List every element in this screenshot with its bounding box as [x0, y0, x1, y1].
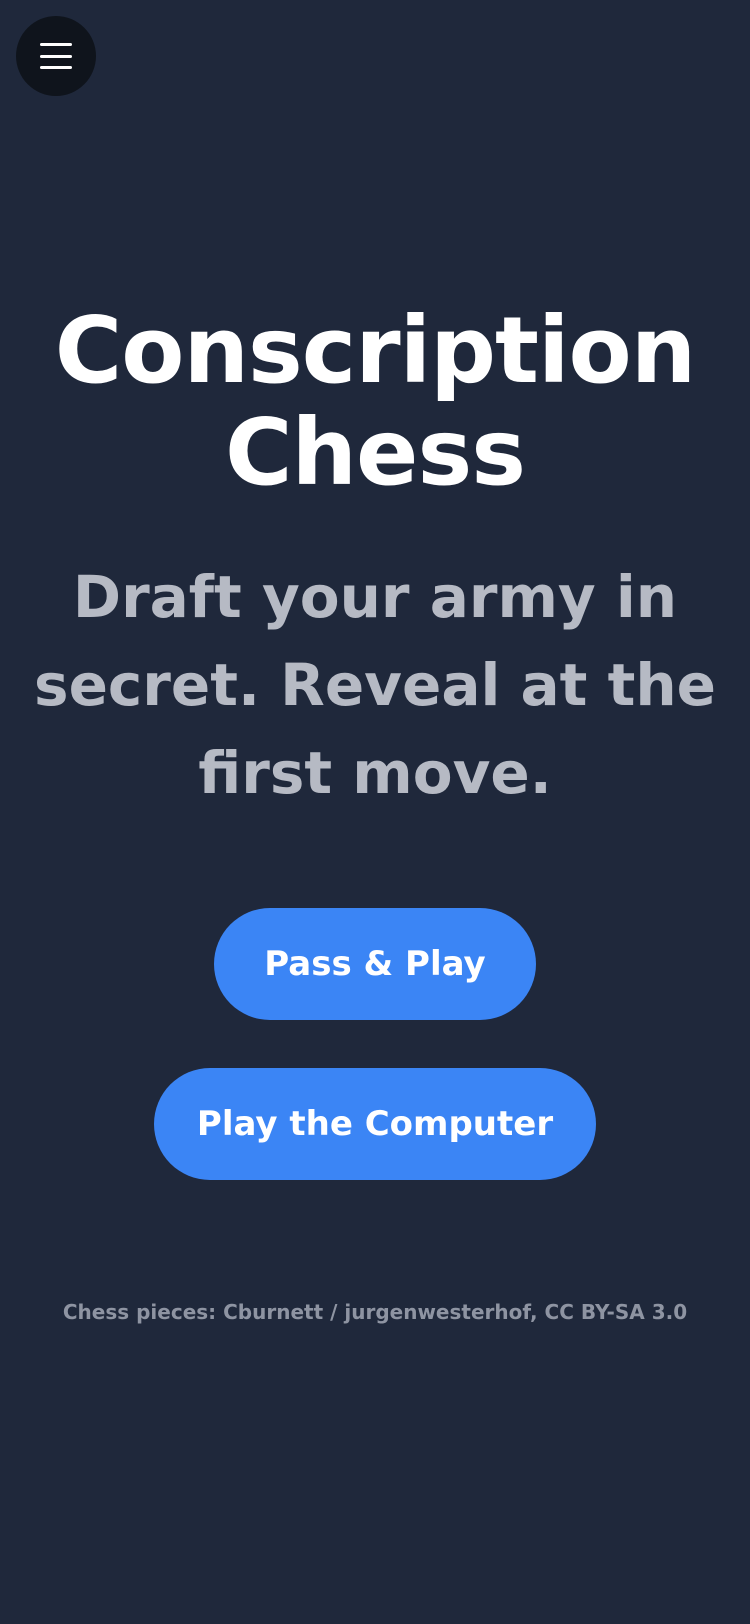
tagline-line: first move.: [198, 739, 552, 807]
play-computer-button[interactable]: Play the Computer: [154, 1068, 596, 1180]
tagline-line: secret. Reveal at the: [34, 651, 716, 719]
credits-text: Chess pieces: Cburnett / jurgenwesterhof…: [62, 1300, 688, 1324]
tagline: Draft your army in secret. Reveal at the…: [0, 553, 750, 817]
title-line: Conscription: [54, 297, 697, 404]
hamburger-menu-icon: [40, 43, 72, 69]
title-line: Chess: [225, 399, 526, 506]
tagline-line: Draft your army in: [72, 563, 678, 631]
pass-and-play-button[interactable]: Pass & Play: [214, 908, 536, 1020]
menu-button[interactable]: [16, 16, 96, 96]
page-title: Conscription Chess: [0, 300, 750, 504]
